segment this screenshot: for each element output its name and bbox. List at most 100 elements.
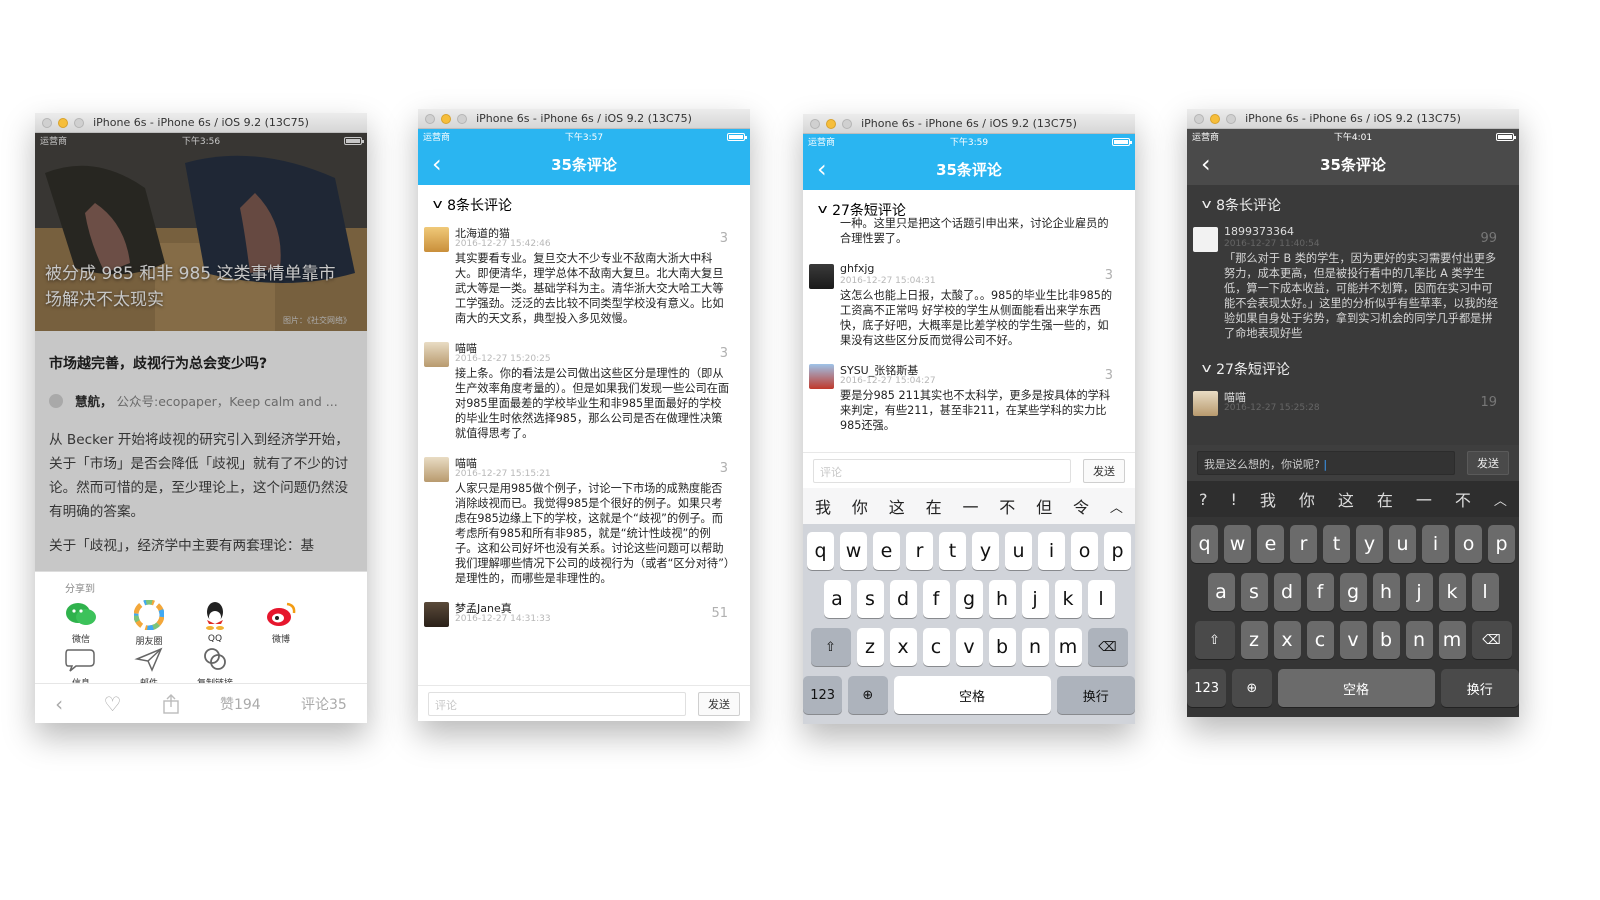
minimize-button[interactable] [1210,114,1220,124]
send-button[interactable]: 发送 [1467,451,1509,475]
comment-item[interactable]: 北海道的猫 2016-12-27 15:42:46 3 其实要看专业。复旦交大不… [418,225,750,326]
key-z[interactable]: z [1240,621,1268,659]
expand-candidates-icon[interactable]: ︿ [1494,490,1507,509]
section-header-short[interactable]: v 27条短评论 [1187,355,1519,389]
key-y[interactable]: y [1356,525,1383,563]
zoom-button[interactable] [842,119,852,129]
return-key[interactable]: 换行 [1056,676,1135,714]
key-s[interactable]: s [856,580,884,618]
candidate-word[interactable]: 你 [852,494,868,518]
comments-count[interactable]: 评论35 [301,694,347,714]
key-p[interactable]: p [1488,525,1515,563]
shift-key-icon[interactable]: ⇧ [810,628,851,666]
comment-likes[interactable]: 3 [1105,368,1113,383]
candidate-word[interactable]: 不 [999,494,1015,518]
key-m[interactable]: m [1438,621,1466,659]
candidate-word[interactable]: 但 [1036,494,1052,518]
candidate-word[interactable]: 我 [1260,487,1276,511]
candidate-word[interactable]: 我 [815,494,831,518]
candidate-word[interactable]: 一 [962,494,978,518]
comment-likes[interactable]: 99 [1480,231,1497,246]
key-m[interactable]: m [1054,628,1082,666]
key-123[interactable]: 123 [1187,669,1227,707]
comment-item[interactable]: 梦孟Jane真 2016-12-27 14:31:33 51 [418,600,750,627]
backspace-key-icon[interactable]: ⌫ [1087,628,1128,666]
zoom-button[interactable] [74,118,84,128]
comment-likes[interactable]: 19 [1480,395,1497,410]
close-button[interactable] [42,118,52,128]
heart-icon[interactable]: ♡ [103,692,121,716]
key-a[interactable]: a [823,580,851,618]
return-key[interactable]: 换行 [1440,669,1519,707]
key-x[interactable]: x [889,628,917,666]
zoom-button[interactable] [457,114,467,124]
candidate-word[interactable]: 这 [889,494,905,518]
key-o[interactable]: o [1455,525,1482,563]
close-button[interactable] [425,114,435,124]
key-p[interactable]: p [1104,532,1131,570]
comment-input[interactable]: 评论 [813,458,1071,483]
comment-likes[interactable]: 51 [711,606,728,621]
comment-item[interactable]: 1899373364 2016-12-27 11:40:54 99 「那么对于 … [1187,225,1519,341]
comment-input[interactable]: 评论 [428,691,686,716]
key-u[interactable]: u [1005,532,1032,570]
key-g[interactable]: g [955,580,983,618]
key-q[interactable]: q [1191,525,1218,563]
comment-input[interactable]: 我是这么想的，你说呢? | [1197,451,1455,475]
minimize-button[interactable] [58,118,68,128]
key-d[interactable]: d [889,580,917,618]
key-k[interactable]: k [1054,580,1082,618]
candidate-word[interactable]: 在 [1377,487,1393,511]
key-v[interactable]: v [955,628,983,666]
key-t[interactable]: t [1323,525,1350,563]
send-button[interactable]: 发送 [1083,458,1125,483]
key-o[interactable]: o [1071,532,1098,570]
section-header-long[interactable]: v 8条长评论 [418,185,750,225]
key-r[interactable]: r [1290,525,1317,563]
close-button[interactable] [1194,114,1204,124]
comment-item[interactable]: 喵喵 2016-12-27 15:15:21 3 人家只是用985做个例子，讨论… [418,455,750,586]
globe-key-icon[interactable]: ⊕ [848,676,888,714]
key-f[interactable]: f [922,580,950,618]
send-button[interactable]: 发送 [698,691,740,716]
key-f[interactable]: f [1306,573,1334,611]
key-w[interactable]: w [1224,525,1251,563]
key-e[interactable]: e [1257,525,1284,563]
candidate-word[interactable]: 一 [1416,487,1432,511]
key-123[interactable]: 123 [803,676,843,714]
key-y[interactable]: y [972,532,999,570]
comment-item[interactable]: 喵喵 2016-12-27 15:20:25 3 接上条。你的看法是公司做出这些… [418,340,750,441]
share-icon[interactable] [162,693,180,714]
key-d[interactable]: d [1273,573,1301,611]
zoom-button[interactable] [1226,114,1236,124]
comment-likes[interactable]: 3 [720,461,728,476]
key-j[interactable]: j [1405,573,1433,611]
share-item-wechat[interactable]: 微信 [63,600,99,645]
backspace-key-icon[interactable]: ⌫ [1471,621,1512,659]
key-i[interactable]: i [1038,532,1065,570]
key-n[interactable]: n [1021,628,1049,666]
share-item-qq[interactable]: QQ [197,600,233,644]
back-chevron-icon[interactable]: ‹ [432,152,442,176]
key-g[interactable]: g [1339,573,1367,611]
minimize-button[interactable] [826,119,836,129]
shift-key-icon[interactable]: ⇧ [1194,621,1235,659]
key-i[interactable]: i [1422,525,1449,563]
back-chevron-icon[interactable]: ‹ [817,157,827,181]
key-c[interactable]: c [1306,621,1334,659]
close-button[interactable] [810,119,820,129]
key-j[interactable]: j [1021,580,1049,618]
candidate-word[interactable]: 你 [1299,487,1315,511]
share-item-moments[interactable]: 朋友圈 [129,599,169,647]
comment-likes[interactable]: 3 [720,231,728,246]
candidate-word[interactable]: ! [1230,490,1236,509]
key-b[interactable]: b [988,628,1016,666]
key-c[interactable]: c [922,628,950,666]
comment-item[interactable]: 喵喵 2016-12-27 15:25:28 19 [1187,389,1519,416]
key-h[interactable]: h [988,580,1016,618]
key-z[interactable]: z [856,628,884,666]
key-t[interactable]: t [939,532,966,570]
comment-likes[interactable]: 3 [720,346,728,361]
likes-count[interactable]: 赞194 [220,694,261,714]
candidate-word[interactable]: 令 [1073,494,1089,518]
